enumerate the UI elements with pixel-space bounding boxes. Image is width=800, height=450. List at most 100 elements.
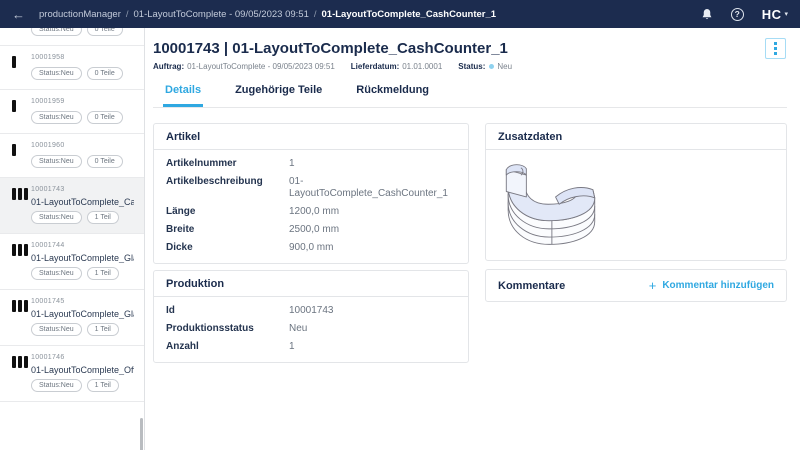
part-icon: [12, 56, 16, 68]
detail-row: Dicke 900,0 mm: [154, 239, 468, 257]
row-label: Id: [166, 305, 289, 317]
detail-row: Artikelnummer 1: [154, 155, 468, 173]
article-3d-preview: [486, 150, 786, 260]
row-value: 900,0 mm: [289, 242, 333, 254]
account-menu[interactable]: HC ▾: [762, 7, 788, 22]
help-icon[interactable]: ?: [731, 8, 744, 21]
row-label: Artikelbeschreibung: [166, 176, 289, 200]
row-label: Artikelnummer: [166, 158, 289, 170]
row-label: Länge: [166, 206, 289, 218]
status-badge: Status:Neu: [31, 267, 82, 280]
detail-row: Länge 1200,0 mm: [154, 203, 468, 221]
row-value: 2500,0 mm: [289, 224, 339, 236]
main-panel: 10001743 | 01-LayoutToComplete_CashCount…: [145, 28, 800, 450]
produktion-card-title: Produktion: [166, 278, 224, 290]
parts-badge: 1 Teil: [87, 323, 119, 336]
list-item[interactable]: 10001746 01-LayoutToComplete_Offic... St…: [0, 346, 144, 402]
kebab-dot: [774, 52, 777, 55]
auftrag-value: 01-LayoutToComplete - 09/05/2023 09:51: [187, 62, 335, 71]
item-id: 10001745: [31, 298, 134, 307]
parts-badge: 0 Teile: [87, 111, 123, 124]
kommentare-card-title: Kommentare: [498, 280, 565, 292]
status-label: Status:: [458, 62, 485, 71]
breadcrumb-app[interactable]: productionManager: [39, 9, 121, 20]
sidebar-scrollbar[interactable]: [140, 418, 143, 450]
tab-zugehoerige-teile[interactable]: Zugehörige Teile: [233, 81, 324, 107]
artikel-card-title: Artikel: [166, 131, 200, 143]
list-item-selected[interactable]: 10001743 01-LayoutToComplete_Cas... Stat…: [0, 178, 144, 234]
add-comment-label: Kommentar hinzufügen: [662, 280, 774, 291]
detail-row: Breite 2500,0 mm: [154, 221, 468, 239]
parts-badge: 0 Teile: [87, 155, 123, 168]
order-meta: Auftrag:01-LayoutToComplete - 09/05/2023…: [153, 62, 787, 71]
parts-badge: 0 Teile: [87, 67, 123, 80]
list-item[interactable]: 10001960 Status:Neu 0 Teile: [0, 134, 144, 178]
item-name: 01-LayoutToComplete_Offic...: [31, 365, 134, 375]
back-icon[interactable]: ←: [12, 7, 25, 22]
row-value: 01-LayoutToComplete_CashCounter_1: [289, 176, 456, 200]
item-id: 10001744: [31, 242, 134, 251]
breadcrumb-separator: /: [126, 9, 129, 20]
status-dot-icon: [489, 64, 494, 69]
cash-counter-drawing: [499, 156, 654, 258]
row-label: Breite: [166, 224, 289, 236]
kebab-dot: [774, 47, 777, 50]
assembly-icon: [12, 188, 28, 200]
status-badge: Status:Neu: [31, 67, 82, 80]
row-label: Produktionsstatus: [166, 323, 289, 335]
list-item[interactable]: 10001959 Status:Neu 0 Teile: [0, 90, 144, 134]
row-value: 1200,0 mm: [289, 206, 339, 218]
breadcrumb: productionManager / 01-LayoutToComplete …: [39, 9, 496, 20]
page-title: 10001743 | 01-LayoutToComplete_CashCount…: [153, 40, 787, 57]
detail-row: Artikelbeschreibung 01-LayoutToComplete_…: [154, 173, 468, 203]
item-id: 10001743: [31, 186, 134, 195]
tab-rueckmeldung[interactable]: Rückmeldung: [354, 81, 431, 107]
parts-badge: 1 Teil: [87, 379, 119, 392]
more-actions-button[interactable]: [765, 38, 786, 59]
status-value: Neu: [497, 62, 512, 71]
breadcrumb-separator: /: [314, 9, 317, 20]
row-value: Neu: [289, 323, 307, 335]
list-item[interactable]: 10001744 01-LayoutToComplete_Glas... Sta…: [0, 234, 144, 290]
list-item[interactable]: Status:Neu 0 Teile: [0, 28, 144, 46]
detail-row: Id 10001743: [154, 302, 468, 320]
item-id: 10001746: [31, 354, 134, 363]
produktion-card: Produktion Id 10001743 Produktionsstatus…: [153, 270, 469, 363]
row-label: Dicke: [166, 242, 289, 254]
assembly-icon: [12, 356, 28, 368]
zusatzdaten-card: Zusatzdaten: [485, 123, 787, 261]
status-badge: Status:Neu: [31, 211, 82, 224]
assembly-icon: [12, 300, 28, 312]
item-name: 01-LayoutToComplete_Glas...: [31, 309, 134, 319]
article-list-sidebar: Status:Neu 0 Teile 10001958 Status:Neu 0…: [0, 28, 145, 450]
row-label: Anzahl: [166, 341, 289, 353]
list-item[interactable]: 10001745 01-LayoutToComplete_Glas... Sta…: [0, 290, 144, 346]
auftrag-label: Auftrag:: [153, 62, 184, 71]
status-badge: Status:Neu: [31, 155, 82, 168]
parts-badge: 1 Teil: [87, 211, 119, 224]
lieferdatum-value: 01.01.0001: [402, 62, 442, 71]
part-icon: [12, 144, 16, 156]
notifications-bell-icon[interactable]: [701, 8, 713, 21]
artikel-card: Artikel Artikelnummer 1 Artikelbeschreib…: [153, 123, 469, 264]
plus-icon: +: [649, 278, 657, 293]
item-id: 10001960: [31, 142, 134, 151]
detail-row: Produktionsstatus Neu: [154, 320, 468, 338]
parts-badge: 0 Teile: [87, 28, 123, 36]
breadcrumb-order[interactable]: 01-LayoutToComplete - 09/05/2023 09:51: [134, 9, 309, 20]
breadcrumb-current-item: 01-LayoutToComplete_CashCounter_1: [322, 9, 497, 20]
kommentare-card: Kommentare + Kommentar hinzufügen: [485, 269, 787, 302]
row-value: 1: [289, 158, 295, 170]
add-comment-button[interactable]: + Kommentar hinzufügen: [649, 278, 774, 293]
status-badge: Status:Neu: [31, 111, 82, 124]
item-id: 10001958: [31, 54, 134, 63]
tab-details[interactable]: Details: [163, 81, 203, 107]
status-badge: Status:Neu: [31, 28, 82, 36]
lieferdatum-label: Lieferdatum:: [351, 62, 399, 71]
list-item[interactable]: 10001958 Status:Neu 0 Teile: [0, 46, 144, 90]
row-value: 10001743: [289, 305, 334, 317]
detail-row: Anzahl 1: [154, 338, 468, 356]
item-id: 10001959: [31, 98, 134, 107]
status-badge: Status:Neu: [31, 379, 82, 392]
item-name: 01-LayoutToComplete_Cas...: [31, 197, 134, 207]
